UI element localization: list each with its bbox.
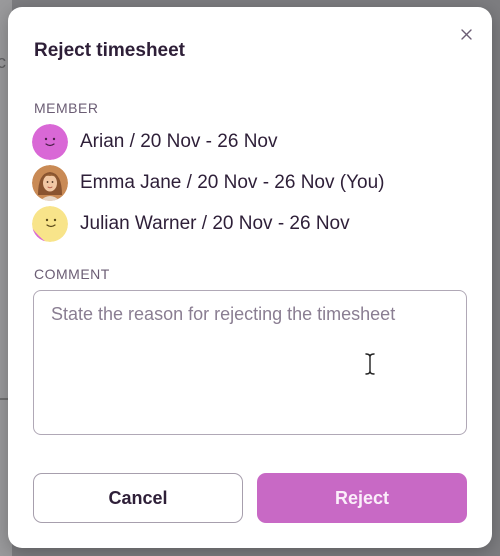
member-row: Julian Warner / 20 Nov - 26 Nov [32, 205, 350, 243]
member-section-label: MEMBER [34, 100, 99, 116]
member-row: Arian / 20 Nov - 26 Nov [32, 123, 277, 161]
member-name-period: Julian Warner / 20 Nov - 26 Nov [80, 213, 350, 234]
close-icon [460, 28, 472, 40]
backdrop-text: c [0, 52, 6, 72]
comment-textarea[interactable] [33, 290, 467, 435]
reject-button[interactable]: Reject [257, 473, 467, 523]
dialog-title: Reject timesheet [34, 40, 186, 61]
member-name-period: Emma Jane / 20 Nov - 26 Nov (You) [80, 172, 385, 193]
photo-avatar-icon [32, 165, 68, 201]
cancel-button[interactable]: Cancel [33, 473, 243, 523]
member-row: Emma Jane / 20 Nov - 26 Nov (You) [32, 164, 385, 202]
smiley-avatar-yellow-icon [32, 206, 68, 242]
reject-timesheet-dialog: Reject timesheet MEMBER Arian / 20 Nov -… [8, 7, 492, 548]
smiley-avatar-pink-icon [32, 124, 68, 160]
comment-section-label: COMMENT [34, 266, 110, 282]
backdrop-divider [0, 398, 8, 400]
member-name-period: Arian / 20 Nov - 26 Nov [80, 131, 278, 152]
text-cursor-icon [365, 353, 375, 375]
close-button[interactable] [456, 24, 476, 44]
